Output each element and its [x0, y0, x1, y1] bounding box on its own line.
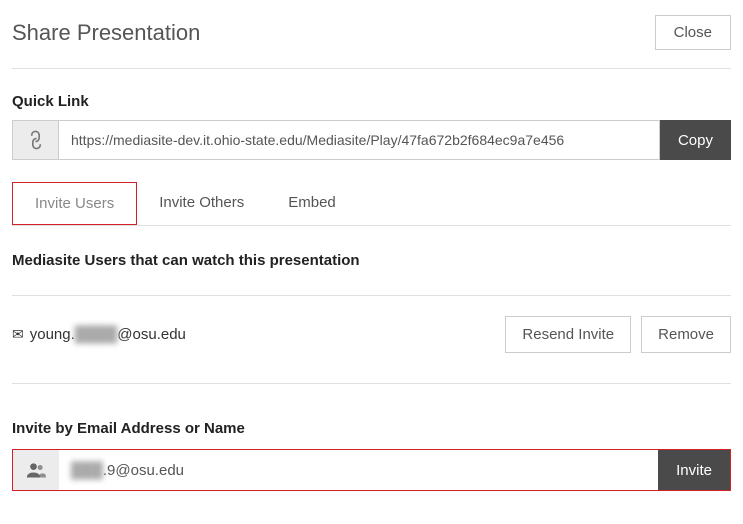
copy-button[interactable]: Copy	[660, 120, 731, 160]
close-button[interactable]: Close	[655, 15, 731, 50]
modal-header: Share Presentation Close	[12, 15, 731, 69]
tab-invite-others[interactable]: Invite Others	[137, 182, 266, 225]
user-icon-box	[13, 450, 59, 490]
tabs-row: Invite Users Invite Others Embed	[12, 182, 731, 226]
divider	[12, 383, 731, 384]
user-action-buttons: Resend Invite Remove	[505, 316, 731, 353]
invite-button[interactable]: Invite	[658, 450, 730, 490]
invite-input-row: ███.9@osu.edu Invite	[12, 449, 731, 491]
users-icon	[26, 462, 46, 478]
invite-email-input[interactable]: ███.9@osu.edu	[59, 450, 658, 490]
link-icon-box	[12, 120, 58, 160]
link-icon	[23, 127, 48, 152]
user-email-group: ✉ young.████@osu.edu	[12, 326, 186, 343]
tab-invite-users[interactable]: Invite Users	[12, 182, 137, 225]
user-email: young.████@osu.edu	[30, 326, 186, 343]
user-row: ✉ young.████@osu.edu Resend Invite Remov…	[12, 316, 731, 353]
invite-section-label: Invite by Email Address or Name	[12, 420, 731, 437]
quick-link-row: Copy	[12, 120, 731, 160]
invite-input-suffix: .9@osu.edu	[103, 462, 184, 479]
users-section-heading: Mediasite Users that can watch this pres…	[12, 252, 731, 269]
invite-input-redacted: ███	[71, 462, 103, 479]
tab-embed[interactable]: Embed	[266, 182, 358, 225]
email-prefix: young.	[30, 326, 75, 343]
email-redacted: ████	[75, 326, 118, 343]
envelope-icon: ✉	[12, 326, 24, 343]
divider	[12, 295, 731, 296]
resend-invite-button[interactable]: Resend Invite	[505, 316, 631, 353]
quick-link-input[interactable]	[58, 120, 660, 160]
email-suffix: @osu.edu	[117, 326, 186, 343]
modal-title: Share Presentation	[12, 20, 200, 46]
remove-button[interactable]: Remove	[641, 316, 731, 353]
quick-link-label: Quick Link	[12, 93, 731, 110]
